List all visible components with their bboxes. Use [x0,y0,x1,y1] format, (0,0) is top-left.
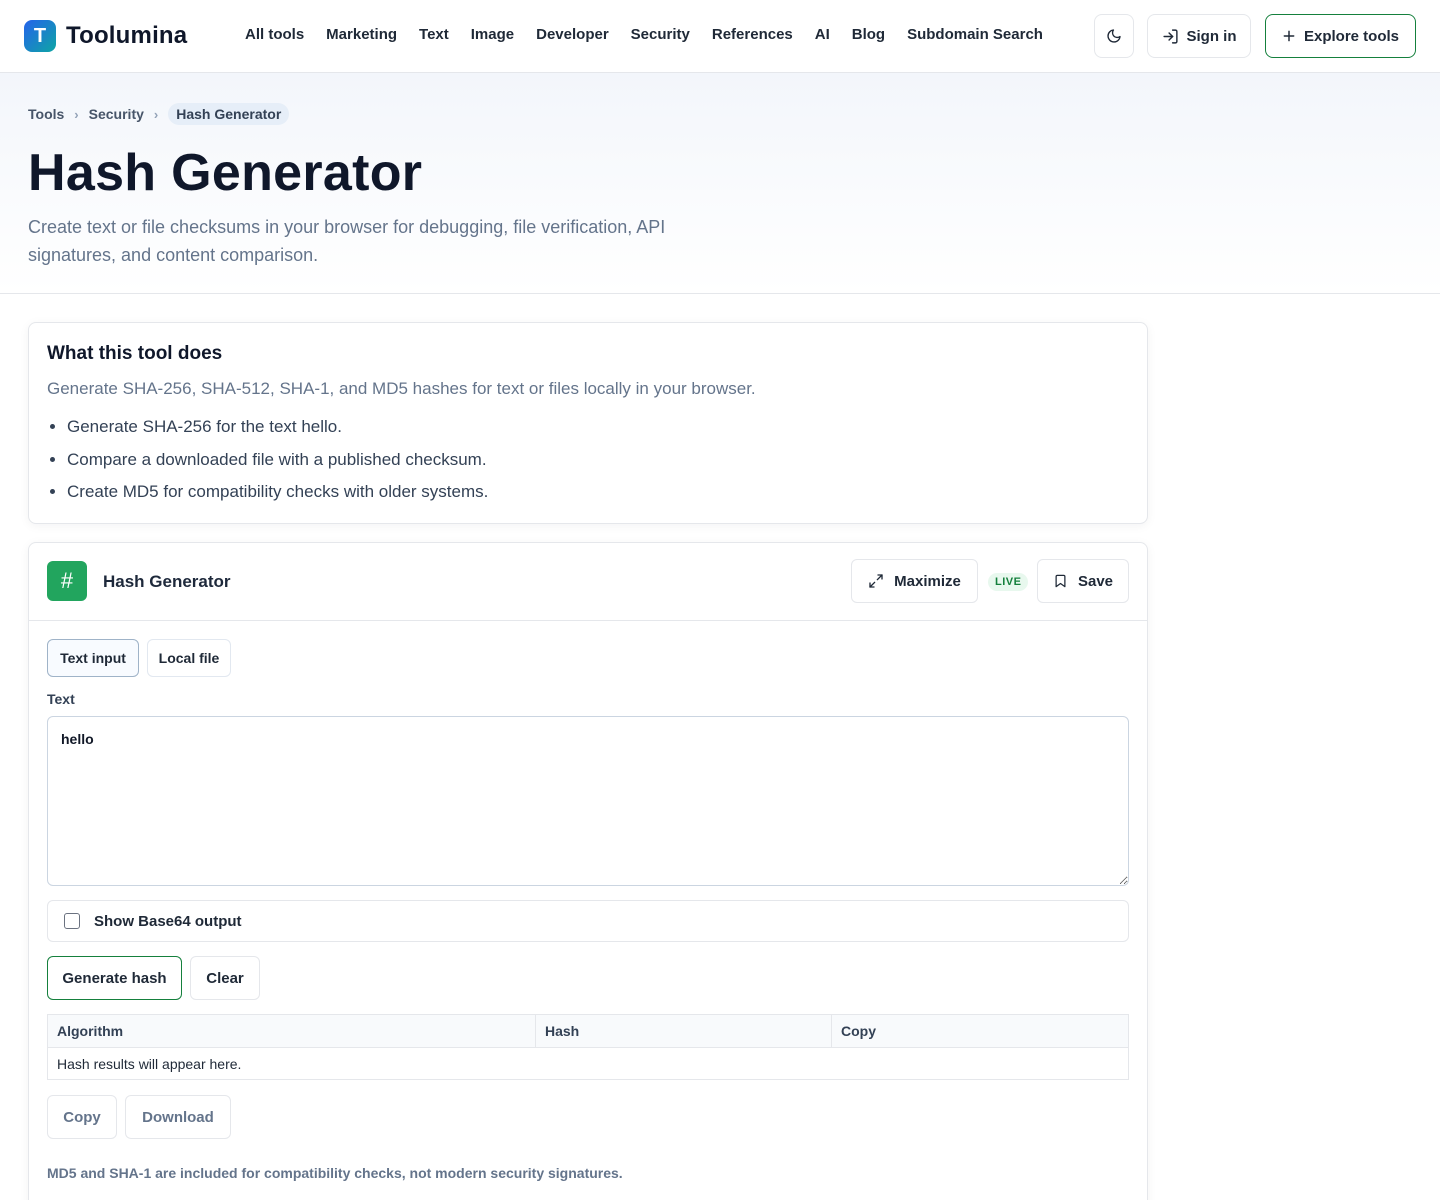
column-header-copy: Copy [831,1014,1129,1048]
about-heading: What this tool does [47,343,223,364]
text-input-field[interactable]: hello [47,716,1129,886]
nav-item-ai[interactable]: AI [815,26,830,43]
base64-option[interactable]: Show Base64 output [47,900,1129,942]
explore-tools-button[interactable]: Explore tools [1265,14,1416,58]
text-field-label: Text [47,691,75,707]
main-nav: All tools Marketing Text Image Developer… [245,26,1043,43]
nav-item-blog[interactable]: Blog [852,26,885,43]
base64-checkbox[interactable] [64,913,80,929]
sign-in-label: Sign in [1186,27,1237,45]
top-navigation-bar: T Toolumina All tools Marketing Text Ima… [0,0,1440,73]
breadcrumb-item-security[interactable]: Security [89,106,144,122]
tool-title: Hash Generator [103,572,231,591]
tab-text-input[interactable]: Text input [47,639,139,677]
explore-tools-label: Explore tools [1303,27,1400,45]
about-description: Generate SHA-256, SHA-512, SHA-1, and MD… [47,379,756,398]
nav-item-marketing[interactable]: Marketing [326,26,397,43]
hash-generator-tool: # Hash Generator Maximize LIVE Save Text… [28,542,1148,1200]
nav-item-security[interactable]: Security [631,26,690,43]
list-item: Generate SHA-256 for the text hello. [67,416,488,449]
page-subtitle: Create text or file checksums in your br… [28,217,666,265]
breadcrumb-current: Hash Generator [168,103,290,125]
base64-label: Show Base64 output [94,912,242,930]
page-hero: Tools › Security › Hash Generator Hash G… [0,73,1440,294]
about-card: What this tool does Generate SHA-256, SH… [28,322,1148,524]
breadcrumb: Tools › Security › Hash Generator [28,103,290,125]
brand-logo[interactable]: T Toolumina [24,20,187,52]
hash-results-table: Algorithm Hash Copy Hash results will ap… [47,1014,1129,1080]
download-button[interactable]: Download [125,1095,231,1139]
sign-in-button[interactable]: Sign in [1147,14,1251,58]
copy-button[interactable]: Copy [47,1095,117,1139]
plus-icon [1283,30,1295,42]
nav-item-text[interactable]: Text [419,26,449,43]
maximize-button[interactable]: Maximize [851,559,978,603]
tab-local-file[interactable]: Local file [147,639,231,677]
theme-toggle-button[interactable] [1094,14,1134,58]
column-header-hash: Hash [535,1014,832,1048]
compatibility-note: MD5 and SHA-1 are included for compatibi… [47,1165,623,1181]
nav-item-subdomain-search[interactable]: Subdomain Search [907,26,1043,43]
nav-item-developer[interactable]: Developer [536,26,609,43]
clear-button[interactable]: Clear [190,956,260,1000]
chevron-right-icon: › [153,106,159,122]
bookmark-icon [1055,574,1066,588]
table-header-row: Algorithm Hash Copy [47,1014,1129,1048]
moon-icon [1107,29,1121,43]
page-title: Hash Generator [28,144,423,202]
logo-icon: T [24,20,56,52]
sign-in-icon [1162,28,1178,44]
tool-header: # Hash Generator Maximize LIVE Save [29,543,1147,621]
list-item: Create MD5 for compatibility checks with… [67,481,488,514]
breadcrumb-item-tools[interactable]: Tools [28,106,64,122]
chevron-right-icon: › [74,106,79,122]
save-button[interactable]: Save [1037,559,1129,603]
maximize-label: Maximize [894,572,961,590]
brand-name: Toolumina [66,22,188,49]
expand-icon [869,574,883,588]
nav-item-all-tools[interactable]: All tools [245,26,304,43]
column-header-algorithm: Algorithm [47,1014,536,1048]
nav-item-references[interactable]: References [712,26,793,43]
save-label: Save [1077,572,1114,590]
generate-hash-button[interactable]: Generate hash [47,956,182,1000]
list-item: Compare a downloaded file with a publish… [67,449,488,482]
hash-icon: # [47,561,87,601]
nav-item-image[interactable]: Image [471,26,514,43]
empty-results-message: Hash results will appear here. [57,1055,242,1072]
examples-list: Generate SHA-256 for the text hello. Com… [67,416,488,514]
table-row: Hash results will appear here. [48,1048,1129,1080]
live-badge: LIVE [988,573,1029,591]
